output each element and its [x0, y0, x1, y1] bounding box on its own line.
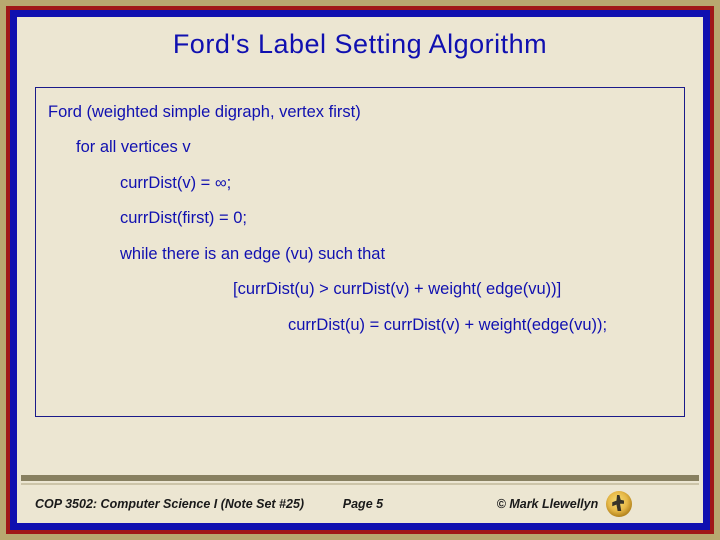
- footer-page: Page 5: [343, 497, 497, 511]
- algo-line-2: for all vertices v: [48, 137, 672, 158]
- algo-line-1: Ford (weighted simple digraph, vertex fi…: [48, 102, 672, 123]
- footer-course: COP 3502: Computer Science I (Note Set #…: [35, 497, 343, 511]
- footer: COP 3502: Computer Science I (Note Set #…: [21, 475, 699, 517]
- algo-line-6: [currDist(u) > currDist(v) + weight( edg…: [48, 279, 672, 300]
- algo-line-7: currDist(u) = currDist(v) + weight(edge(…: [48, 315, 672, 336]
- footer-stripe: [21, 475, 699, 481]
- ucf-logo-icon: [606, 491, 632, 517]
- outer-border-red: Ford's Label Setting Algorithm Ford (wei…: [6, 6, 714, 534]
- algo-line-4: currDist(first) = 0;: [48, 208, 672, 229]
- footer-right: © Mark Llewellyn: [497, 491, 689, 517]
- mid-border-blue: Ford's Label Setting Algorithm Ford (wei…: [10, 10, 710, 530]
- slide-title: Ford's Label Setting Algorithm: [17, 17, 703, 60]
- algorithm-box: Ford (weighted simple digraph, vertex fi…: [35, 87, 685, 417]
- footer-row: COP 3502: Computer Science I (Note Set #…: [21, 485, 699, 517]
- algo-line-5: while there is an edge (vu) such that: [48, 244, 672, 265]
- inner-frame: Ford's Label Setting Algorithm Ford (wei…: [14, 14, 706, 526]
- slide: Ford's Label Setting Algorithm Ford (wei…: [0, 0, 720, 540]
- footer-copyright: © Mark Llewellyn: [497, 497, 599, 511]
- algo-line-3: currDist(v) = ∞;: [48, 173, 672, 194]
